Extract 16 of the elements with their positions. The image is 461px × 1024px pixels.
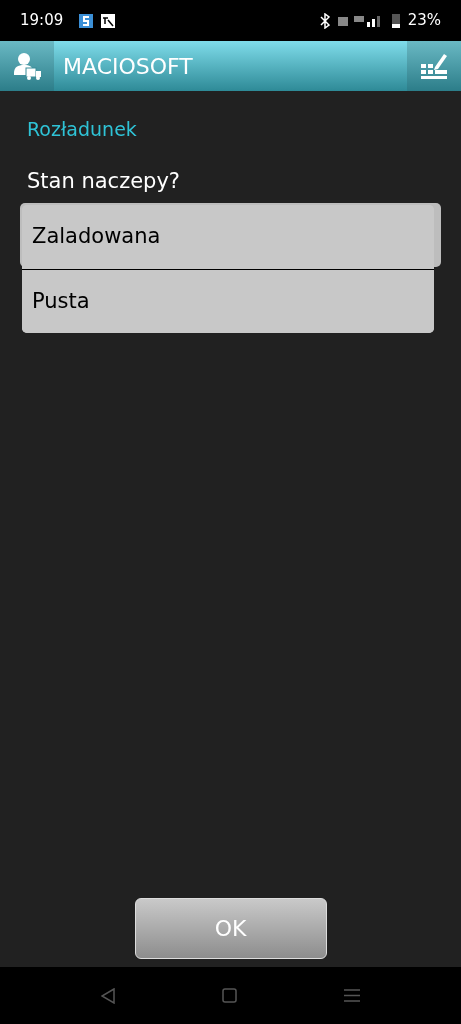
bluetooth-icon bbox=[319, 12, 330, 29]
person-truck-icon bbox=[12, 51, 42, 81]
section-title: Rozładunek bbox=[26, 117, 138, 142]
battery-icon bbox=[391, 13, 400, 28]
menu-icon[interactable] bbox=[343, 988, 360, 1003]
back-icon[interactable] bbox=[101, 987, 116, 1004]
edit-grid-button[interactable] bbox=[407, 41, 461, 91]
status-time: 19:09 bbox=[20, 10, 64, 32]
app-title: MACIOSOFT bbox=[62, 52, 194, 81]
question-label: Stan naczepy? bbox=[26, 167, 181, 195]
sync-app-icon bbox=[79, 13, 94, 28]
dropdown-option[interactable]: Pusta bbox=[22, 269, 434, 333]
driver-truck-button[interactable] bbox=[0, 41, 54, 91]
battery-percent: 23% bbox=[407, 10, 441, 32]
grid-pencil-icon bbox=[421, 53, 447, 79]
home-icon[interactable] bbox=[222, 988, 237, 1003]
